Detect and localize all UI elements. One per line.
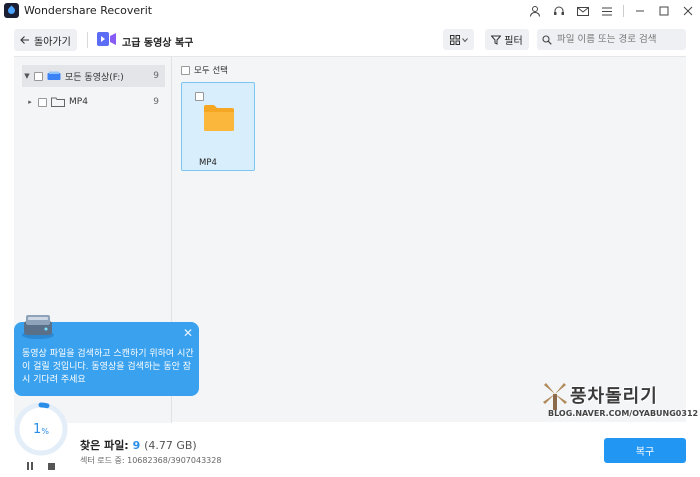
close-icon[interactable]: [676, 1, 700, 21]
filter-icon: [491, 35, 502, 45]
video-camera-icon: [97, 32, 116, 46]
tooltip-text: 동영상 파일을 검색하고 스캔하기 위하여 시간이 걸릴 것입니다. 동영상을 …: [22, 349, 194, 385]
back-button-label: 돌아가기: [34, 36, 71, 48]
user-icon[interactable]: [523, 1, 547, 21]
title-bar-controls: [523, 0, 700, 22]
toolbar: 돌아가기 고급 동영상 복구 필터: [0, 26, 700, 54]
back-arrow-icon: [20, 36, 29, 44]
progress-percent: 1: [33, 421, 42, 437]
back-button[interactable]: 돌아가기: [14, 29, 77, 51]
sector-status: 섹터 로드 중: 10682368/3907043328: [80, 456, 222, 465]
headset-icon[interactable]: [547, 1, 571, 21]
select-all-label: 모두 선택: [194, 66, 228, 76]
watermark-title: 풍차돌리기: [570, 386, 658, 407]
chevron-down-icon: [461, 37, 468, 42]
select-all[interactable]: 모두 선택: [181, 64, 228, 76]
hard-drive-icon: [22, 315, 54, 339]
progress-unit: %: [41, 426, 49, 436]
file-grid: 모두 선택 MP4: [173, 57, 686, 423]
file-card[interactable]: MP4: [181, 82, 255, 171]
found-files-count: 9: [132, 439, 141, 452]
title-bar-divider: [623, 5, 624, 17]
maximize-icon[interactable]: [652, 1, 676, 21]
view-toggle-button[interactable]: [443, 29, 474, 50]
toolbar-divider: [87, 32, 88, 48]
title-bar: Wondershare Recoverit: [0, 0, 700, 22]
search-box[interactable]: [537, 29, 686, 50]
tree-item-all-videos[interactable]: ▼ 모든 동영상(F:) 9: [22, 65, 165, 87]
found-files: 찾은 파일: 9 (4.77 GB): [80, 437, 197, 453]
found-files-label: 찾은 파일:: [80, 439, 129, 452]
collapse-arrow-icon[interactable]: ▸: [22, 98, 32, 106]
tree-item-count: 9: [153, 71, 159, 81]
tree-item-checkbox[interactable]: [38, 97, 47, 107]
pause-icon[interactable]: [27, 462, 35, 470]
search-input[interactable]: [557, 34, 681, 45]
folder-outline-icon: [51, 97, 65, 107]
grid-view-icon: [449, 34, 460, 45]
tree-item-checkbox[interactable]: [34, 71, 43, 81]
minimize-icon[interactable]: [628, 1, 652, 21]
found-files-size: (4.77 GB): [144, 439, 197, 452]
app-title: Wondershare Recoverit: [24, 4, 153, 17]
drive-icon: [47, 71, 61, 80]
progress-readout: 1%: [14, 402, 68, 456]
tree-item-count: 9: [153, 97, 159, 107]
filter-button[interactable]: 필터: [485, 29, 529, 50]
filter-button-label: 필터: [504, 36, 523, 47]
settings-icon[interactable]: [595, 1, 619, 21]
watermark-subtitle: BLOG.NAVER.COM/OYABUNG0312: [548, 409, 699, 418]
windmill-icon: [543, 383, 567, 410]
expand-arrow-icon[interactable]: ▼: [22, 72, 32, 80]
tree-item-mp4[interactable]: ▸ MP4 9: [22, 91, 165, 113]
search-icon: [542, 34, 552, 45]
tree-item-label: 모든 동영상(F:): [65, 72, 124, 83]
tree-item-label: MP4: [69, 97, 88, 107]
app-logo-icon: [4, 3, 19, 18]
file-card-checkbox[interactable]: [195, 92, 204, 101]
blog-watermark: 풍차돌리기 BLOG.NAVER.COM/OYABUNG0312: [540, 382, 698, 432]
file-card-name: MP4: [199, 158, 217, 168]
folder-icon: [204, 105, 234, 131]
tooltip-close-icon[interactable]: ✕: [183, 326, 193, 340]
select-all-checkbox[interactable]: [181, 65, 190, 75]
mode-title: 고급 동영상 복구: [122, 38, 194, 49]
recover-button[interactable]: 복구: [604, 438, 686, 463]
stop-icon[interactable]: [48, 463, 55, 470]
mail-icon[interactable]: [571, 1, 595, 21]
